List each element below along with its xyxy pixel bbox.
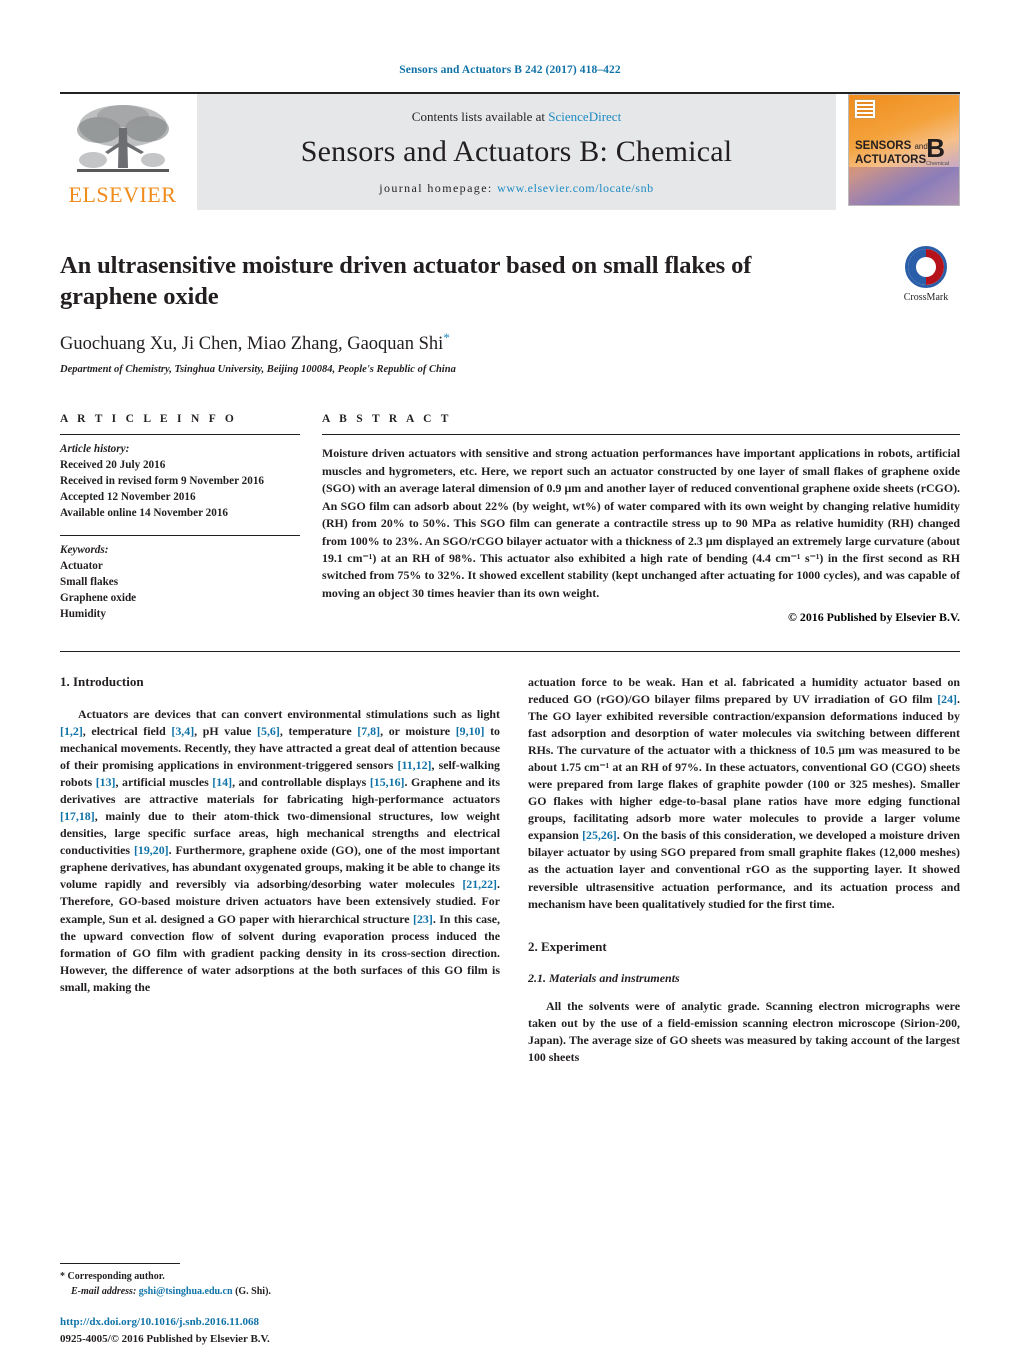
subsection-heading-materials: 2.1. Materials and instruments	[528, 970, 680, 985]
footnote-block: * Corresponding author. E-mail address: …	[60, 1263, 500, 1299]
abstract-column: A B S T R A C T Moisture driven actuator…	[322, 413, 960, 625]
abstract-heading: A B S T R A C T	[322, 413, 452, 426]
crossmark-badge[interactable]: CrossMark	[892, 246, 960, 303]
t: , pH value	[194, 724, 258, 739]
article-page: Sensors and Actuators B 242 (2017) 418–4…	[0, 0, 1020, 1351]
citation-ref[interactable]: [9,10]	[456, 724, 485, 738]
t: , temperature	[279, 724, 358, 739]
page-title: An ultrasensitive moisture driven actuat…	[60, 252, 752, 311]
citation-ref[interactable]: [15,16]	[370, 775, 405, 789]
corresponding-author-note: * Corresponding author.	[60, 1271, 165, 1282]
abstract-text: Moisture driven actuators with sensitive…	[322, 446, 960, 600]
footnote-rule	[60, 1263, 180, 1264]
t: Actuators are devices that can convert e…	[78, 707, 500, 722]
article-history: Article history: Received 20 July 2016 R…	[60, 435, 300, 522]
citation-ref[interactable]: [5,6]	[257, 724, 280, 738]
section-heading-experiment: 2. Experiment	[528, 938, 607, 954]
history-item: Received 20 July 2016	[60, 459, 166, 472]
citation-ref[interactable]: [24]	[937, 692, 957, 706]
keyword-item: Graphene oxide	[60, 591, 137, 604]
citation-ref[interactable]: [25,26]	[582, 828, 617, 842]
title-block: CrossMark An ultrasensitive moisture dri…	[60, 246, 960, 376]
t: , or moisture	[380, 724, 456, 739]
info-abstract-section: A R T I C L E I N F O Article history: R…	[60, 413, 960, 625]
author-list: Guochuang Xu, Ji Chen, Miao Zhang, Gaoqu…	[60, 330, 960, 355]
contents-prefix: Contents lists available at	[411, 108, 549, 124]
t: , electrical field	[82, 724, 172, 739]
intro-paragraph-continued: actuation force to be weak. Han et al. f…	[528, 674, 960, 912]
journal-band: Contents lists available at ScienceDirec…	[197, 94, 836, 210]
keyword-item: Humidity	[60, 607, 107, 620]
journal-cover-thumbnail: SENSORS and ACTUATORS B Chemical	[848, 94, 960, 206]
t: , artificial muscles	[115, 775, 213, 790]
body-column-right: actuation force to be weak. Han et al. f…	[528, 674, 960, 1234]
email-line: E-mail address: gshi@tsinghua.edu.cn (G.…	[60, 1285, 500, 1300]
abstract-copyright: © 2016 Published by Elsevier B.V.	[788, 610, 960, 625]
history-item: Accepted 12 November 2016	[60, 491, 196, 504]
citation-ref[interactable]: [14]	[212, 775, 232, 789]
affiliation: Department of Chemistry, Tsinghua Univer…	[60, 364, 456, 376]
journal-homepage-line: journal homepage: www.elsevier.com/locat…	[379, 181, 654, 196]
elsevier-tree-icon	[71, 100, 175, 182]
cover-elsevier-icon	[854, 99, 876, 119]
homepage-url-link[interactable]: www.elsevier.com/locate/snb	[497, 181, 654, 195]
body-column-left: 1. Introduction Actuators are devices th…	[60, 674, 500, 1234]
history-item: Available online 14 November 2016	[60, 507, 229, 519]
article-info-heading: A R T I C L E I N F O	[60, 413, 238, 426]
citation-ref[interactable]: [17,18]	[60, 809, 95, 823]
issn-copyright: 0925-4005/© 2016 Published by Elsevier B…	[60, 1332, 270, 1345]
article-history-label: Article history:	[60, 443, 130, 456]
cover-letter-b: B	[926, 133, 945, 163]
body-top-rule	[60, 651, 960, 653]
keywords-block: Keywords: Actuator Small flakes Graphene…	[60, 536, 300, 623]
citation-ref[interactable]: [3,4]	[171, 724, 194, 738]
t: actuation force to be weak. Han et al. f…	[528, 675, 960, 707]
citation-ref[interactable]: [23]	[413, 912, 433, 926]
keywords-label: Keywords:	[60, 543, 109, 556]
citation-ref[interactable]: [1,2]	[60, 724, 83, 738]
intro-paragraph: Actuators are devices that can convert e…	[60, 706, 500, 995]
citation-ref[interactable]: [13]	[96, 775, 116, 789]
document-footer: http://dx.doi.org/10.1016/j.snb.2016.11.…	[60, 1314, 580, 1347]
cover-title-text: SENSORS and ACTUATORS	[855, 139, 928, 168]
author-names: Guochuang Xu, Ji Chen, Miao Zhang, Gaoqu…	[60, 334, 444, 355]
running-head: Sensors and Actuators B 242 (2017) 418–4…	[399, 64, 621, 76]
cover-line2: ACTUATORS	[855, 154, 927, 167]
elsevier-logo: ELSEVIER	[60, 94, 185, 210]
section-heading-introduction: 1. Introduction	[60, 674, 144, 690]
cover-line1: SENSORS	[855, 140, 912, 152]
keyword-item: Small flakes	[60, 575, 119, 588]
crossmark-center	[916, 257, 936, 277]
crossmark-icon	[905, 246, 947, 288]
article-info-column: A R T I C L E I N F O Article history: R…	[60, 413, 300, 625]
keyword-item: Actuator	[60, 559, 103, 572]
crossmark-label: CrossMark	[903, 292, 949, 303]
citation-ref[interactable]: [11,12]	[397, 758, 431, 772]
journal-title: Sensors and Actuators B: Chemical	[300, 134, 733, 168]
corresponding-author-marker: *	[443, 330, 450, 346]
citation-ref[interactable]: [7,8]	[357, 724, 380, 738]
citation-ref[interactable]: [19,20]	[134, 843, 169, 857]
history-item: Received in revised form 9 November 2016	[60, 475, 265, 488]
email-link[interactable]: gshi@tsinghua.edu.cn	[139, 1286, 233, 1297]
email-label: E-mail address:	[71, 1285, 137, 1297]
cover-bottom-art	[849, 167, 959, 205]
homepage-label: journal homepage:	[379, 180, 493, 195]
email-suffix: (G. Shi).	[232, 1285, 271, 1297]
body-content: 1. Introduction Actuators are devices th…	[60, 674, 960, 1234]
journal-masthead: ELSEVIER Contents lists available at Sci…	[60, 92, 960, 210]
elsevier-wordmark: ELSEVIER	[68, 182, 177, 207]
doi-link[interactable]: http://dx.doi.org/10.1016/j.snb.2016.11.…	[60, 1314, 580, 1331]
experiment-paragraph: All the solvents were of analytic grade.…	[528, 998, 960, 1064]
contents-available-line: Contents lists available at ScienceDirec…	[412, 109, 621, 125]
t: , and controllable displays	[232, 775, 370, 790]
t: . The GO layer exhibited reversible cont…	[528, 692, 960, 843]
citation-ref[interactable]: [21,22]	[462, 877, 497, 891]
sciencedirect-link[interactable]: ScienceDirect	[548, 109, 621, 124]
